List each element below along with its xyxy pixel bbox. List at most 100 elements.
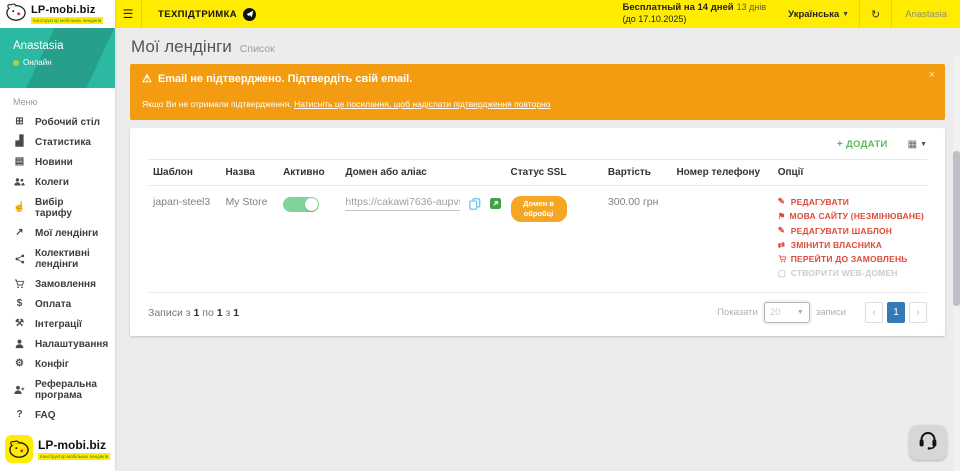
language-selector[interactable]: Українська ▼ <box>778 0 859 28</box>
refresh-icon: ↻ <box>871 8 880 21</box>
col-header-options: Опції <box>773 160 927 186</box>
menu-section-label: Меню <box>0 88 115 112</box>
sidebar-item-statistics[interactable]: ▟ Статистика <box>0 132 115 152</box>
sidebar-item-payment[interactable]: $ Оплата <box>0 294 115 314</box>
option-site-language[interactable]: ⚑ МОВА САЙТУ (НЕЗМІНЮВАНЕ) <box>778 211 922 222</box>
scrollbar-track[interactable] <box>953 56 960 471</box>
table-footer: Записи з 1 по 1 з 1 Показати 20 ▼ записи… <box>148 292 927 336</box>
cell-name: My Store <box>220 186 278 293</box>
pagination-zone: Показати 20 ▼ записи ‹ 1 › <box>717 302 927 323</box>
cell-phone <box>671 186 772 293</box>
sidebar-item-settings[interactable]: Налаштування <box>0 334 115 354</box>
dashboard-icon: ⊞ <box>13 117 26 127</box>
alert-title-text: Email не підтверджено. Підтвердіть свій … <box>158 73 412 85</box>
sidebar-item-config[interactable]: ⚙ Конфіг <box>0 354 115 374</box>
view-mode-dropdown[interactable]: ▦ ▼ <box>908 139 927 150</box>
cell-options: ✎ РЕДАГУВАТИ ⚑ МОВА САЙТУ (НЕЗМІНЮВАНЕ) … <box>773 186 927 293</box>
brand-name: LP-mobi.biz <box>31 4 103 16</box>
sidebar-item-integrations[interactable]: ⚒ Інтеграції <box>0 314 115 334</box>
support-label: ТЕХПІДТРИМКА <box>158 9 237 20</box>
sidebar-item-label: Вибір тарифу <box>35 197 102 219</box>
cart-icon <box>13 279 26 289</box>
sidebar-item-dashboard[interactable]: ⊞ Робочий стіл <box>0 112 115 132</box>
option-go-to-orders[interactable]: ПЕРЕЙТИ ДО ЗАМОВЛЕНЬ <box>778 254 922 264</box>
sidebar-item-referral[interactable]: Реферальна програма <box>0 374 115 405</box>
warning-icon: ⚠ <box>142 72 152 85</box>
topbar: ☰ ТЕХПІДТРИМКА Бесплатный на 14 дней13 д… <box>115 0 960 28</box>
sidebar-item-label: Колеги <box>35 177 69 188</box>
grid-view-icon: ▦ <box>908 139 917 150</box>
users-icon <box>13 177 26 187</box>
page-title: Мої лендінги <box>131 37 232 57</box>
sidebar-item-label: Колективні лендінги <box>35 248 102 270</box>
brand-logo-top[interactable]: LP-mobi.biz Конструктор мобільних лендін… <box>0 0 115 28</box>
exchange-icon: ⇄ <box>778 240 787 251</box>
sidebar-item-label: Налаштування <box>35 339 108 350</box>
copy-icon[interactable] <box>469 198 481 210</box>
trial-until: (до 17.10.2025) <box>623 14 767 26</box>
scrollbar-thumb[interactable] <box>953 151 960 306</box>
col-header-active: Активно <box>278 160 340 186</box>
table-header-row: Шаблон Назва Активно Домен або аліас Ста… <box>148 160 927 186</box>
plus-icon: + <box>837 139 843 150</box>
open-external-icon[interactable] <box>490 198 501 209</box>
edit-icon: ✎ <box>778 196 787 207</box>
bar-chart-icon: ▟ <box>13 137 26 147</box>
trial-info: Бесплатный на 14 дней13 днів (до 17.10.2… <box>623 2 779 26</box>
wrench-icon: ⚒ <box>13 319 26 329</box>
cell-template: japan-steel3 <box>148 186 220 293</box>
brand-logo-bottom[interactable]: LP-mobi.biz Конструктор мобільних лендін… <box>0 429 115 471</box>
page-1-button[interactable]: 1 <box>887 302 905 323</box>
support-chat-button[interactable] <box>909 425 947 460</box>
hamburger-menu-button[interactable]: ☰ <box>115 0 142 28</box>
sidebar-item-colleagues[interactable]: Колеги <box>0 172 115 192</box>
sidebar-nav: ⊞ Робочий стіл ▟ Статистика ▤ Новини Кол… <box>0 112 115 429</box>
sidebar-item-label: Реферальна програма <box>35 379 102 401</box>
app-root: LP-mobi.biz Конструктор мобільних лендін… <box>0 0 960 471</box>
sidebar-item-news[interactable]: ▤ Новини <box>0 152 115 172</box>
chevron-down-icon: ▼ <box>842 11 849 18</box>
brand-tagline: Конструктор мобільних лендінгів <box>31 17 103 24</box>
add-landing-button[interactable]: + ДОДАТИ <box>837 139 888 150</box>
domain-link[interactable]: https://cakawi7636-aupvs-com-42 <box>345 196 459 211</box>
trial-days-left: 13 днів <box>737 2 767 12</box>
next-page-button[interactable]: › <box>909 302 927 323</box>
caret-down-icon: ▼ <box>797 309 804 316</box>
question-icon: ? <box>13 410 26 420</box>
topbar-username[interactable]: Anastasia <box>891 0 960 28</box>
option-change-owner[interactable]: ⇄ ЗМІНИТИ ВЛАСНИКА <box>778 240 922 251</box>
cell-ssl-status: Домен в обробці <box>506 186 603 293</box>
cell-domain: https://cakawi7636-aupvs-com-42 <box>340 186 505 293</box>
sidebar-item-tariff[interactable]: ☝ Вибір тарифу <box>0 192 115 223</box>
option-edit[interactable]: ✎ РЕДАГУВАТИ <box>778 196 922 207</box>
sidebar-item-label: Конфіг <box>35 359 69 370</box>
headset-icon <box>917 430 939 455</box>
sidebar-item-my-landings[interactable]: ↗ Мої лендінги <box>0 223 115 243</box>
card-toolbar: + ДОДАТИ ▦ ▼ <box>148 128 927 159</box>
prev-page-button[interactable]: ‹ <box>865 302 883 323</box>
dog-mascot-icon <box>5 435 33 463</box>
records-info: Записи з 1 по 1 з 1 <box>148 307 239 319</box>
refresh-button[interactable]: ↻ <box>859 0 891 28</box>
support-button[interactable]: ТЕХПІДТРИМКА <box>142 0 272 28</box>
user-plus-icon <box>13 385 26 395</box>
gears-icon: ⚙ <box>13 359 26 369</box>
language-label: Українська <box>788 9 839 20</box>
sidebar-item-faq[interactable]: ? FAQ <box>0 405 115 425</box>
col-header-template: Шаблон <box>148 160 220 186</box>
user-profile-panel: Anastasia Онлайн <box>0 28 115 88</box>
telegram-icon <box>243 8 256 21</box>
close-icon[interactable]: × <box>929 70 935 81</box>
profile-name: Anastasia <box>13 40 102 52</box>
page-size-select[interactable]: 20 ▼ <box>764 302 810 323</box>
options-list: ✎ РЕДАГУВАТИ ⚑ МОВА САЙТУ (НЕЗМІНЮВАНЕ) … <box>778 196 922 279</box>
sidebar-item-collective-landings[interactable]: Колективні лендінги <box>0 243 115 274</box>
option-edit-template[interactable]: ✎ РЕДАГУВАТИ ШАБЛОН <box>778 225 922 236</box>
dog-mascot-icon <box>5 2 27 27</box>
landings-card: + ДОДАТИ ▦ ▼ Шаблон Назва Активн <box>130 128 945 336</box>
resend-confirmation-link[interactable]: Натисніть це посилання, щоб надіслати пі… <box>294 99 550 109</box>
brand-name: LP-mobi.biz <box>38 438 110 452</box>
active-toggle[interactable] <box>283 197 319 212</box>
col-header-name: Назва <box>220 160 278 186</box>
sidebar-item-orders[interactable]: Замовлення <box>0 274 115 294</box>
